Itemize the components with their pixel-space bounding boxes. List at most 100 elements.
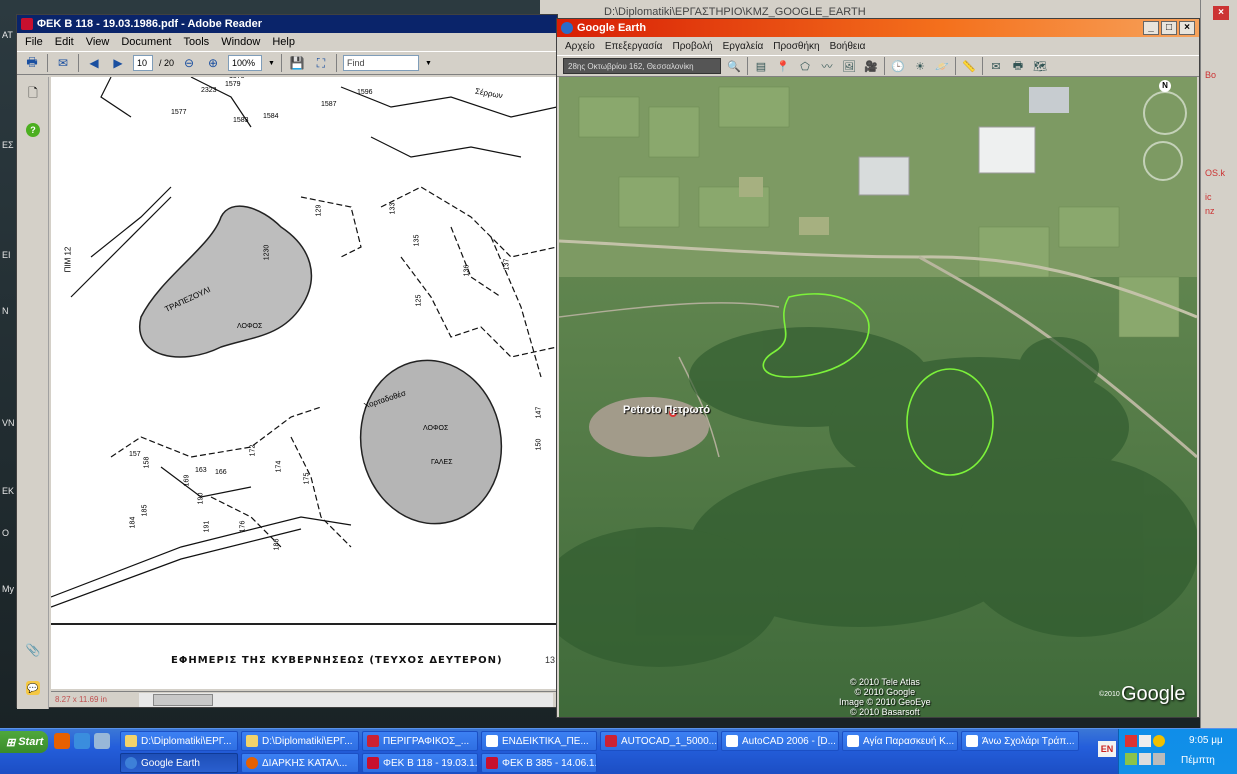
historical-imagery-icon[interactable]: 🕒 xyxy=(889,58,907,74)
comments-icon[interactable]: 💬 xyxy=(26,681,40,695)
compass-north-icon[interactable]: N xyxy=(1159,80,1171,92)
planets-icon[interactable]: 🪐 xyxy=(933,58,951,74)
search-icon[interactable]: 🔍 xyxy=(725,58,743,74)
tray-icon[interactable] xyxy=(1153,753,1165,765)
tray-icon[interactable] xyxy=(1125,753,1137,765)
menu-edit[interactable]: Edit xyxy=(55,36,74,48)
path-icon[interactable]: 〰 xyxy=(818,58,836,74)
find-input[interactable]: Find xyxy=(342,55,419,71)
close-button[interactable]: × xyxy=(1213,6,1229,20)
save-icon[interactable]: 💾 xyxy=(288,54,306,72)
taskbar-item[interactable]: ΔΙΑΡΚΗΣ ΚΑΤΑΛ... xyxy=(241,753,359,773)
taskbar-item-active[interactable]: Google Earth xyxy=(120,753,238,773)
firefox-icon[interactable] xyxy=(54,733,70,749)
place-label[interactable]: Petroto Πετρωτό xyxy=(623,404,710,416)
tray-icon[interactable] xyxy=(1139,753,1151,765)
menu-edit[interactable]: Επεξεργασία xyxy=(605,41,663,52)
desktop-label[interactable]: ΑΤ xyxy=(2,30,13,40)
menu-document[interactable]: Document xyxy=(121,36,171,48)
page-footer: ΕΦΗΜΕΡΙΣ ΤΗΣ ΚΥΒΕΡΝΗΣΕΩΣ (ΤΕΥΧΟΣ ΔΕΥΤΕΡΟ… xyxy=(51,623,557,683)
taskbar-item[interactable]: AutoCAD 2006 - [D... xyxy=(721,731,839,751)
map-label: ΓΑΛΕΣ xyxy=(431,459,453,466)
search-input[interactable]: 28ης Οκτωβρίου 162, Θεσσαλονίκη xyxy=(563,58,721,74)
parcel-number: 166 xyxy=(215,469,227,476)
scrollbar-thumb[interactable] xyxy=(153,693,213,706)
desktop-label[interactable]: Ο xyxy=(2,528,9,538)
image-overlay-icon[interactable]: 🖼 xyxy=(840,58,858,74)
tray-icon[interactable] xyxy=(1125,735,1137,747)
adobe-reader-window[interactable]: ΦΕΚ Β 118 - 19.03.1986.pdf - Adobe Reade… xyxy=(16,14,558,709)
fit-page-icon[interactable]: ⛶ xyxy=(312,54,330,72)
parcel-number: 174 xyxy=(275,460,283,473)
menu-help[interactable]: Help xyxy=(272,36,295,48)
print-icon[interactable]: 🖶 xyxy=(1009,58,1027,74)
clock-time[interactable]: 9:05 μμ xyxy=(1189,735,1223,746)
sidebar-toggle-icon[interactable]: ▤ xyxy=(752,58,770,74)
maps-icon[interactable]: 🗺 xyxy=(1031,58,1049,74)
minimize-button[interactable]: _ xyxy=(1143,21,1159,35)
sunlight-icon[interactable]: ☀ xyxy=(911,58,929,74)
desktop-label[interactable]: ΕΣ xyxy=(2,140,14,150)
polygon-icon[interactable]: ⬠ xyxy=(796,58,814,74)
zoom-select[interactable]: 100% xyxy=(228,55,263,71)
language-indicator[interactable]: EN xyxy=(1098,741,1116,757)
taskbar-item[interactable]: Άνω Σχολάρι Τράπ... xyxy=(961,731,1079,751)
previous-page-icon[interactable]: ◀ xyxy=(85,54,103,72)
navigation-look-control[interactable] xyxy=(1143,91,1187,135)
media-icon[interactable] xyxy=(94,733,110,749)
menu-tools[interactable]: Εργαλεία xyxy=(723,41,764,52)
background-window-title[interactable]: D:\Diplomatiki\ΕΡΓΑΣΤΗΡΙΟ\KMZ_GOOGLE_EAR… xyxy=(604,6,866,18)
zoom-out-icon[interactable]: ⊖ xyxy=(180,54,198,72)
taskbar-item[interactable]: ΦΕΚ Β 118 - 19.03.1... xyxy=(362,753,478,773)
chevron-down-icon[interactable]: ▼ xyxy=(425,60,432,67)
google-earth-window[interactable]: Google Earth _ □ × Αρχείο Επεξεργασία Πρ… xyxy=(556,18,1200,718)
page-number-input[interactable]: 10 xyxy=(133,55,153,71)
record-tour-icon[interactable]: 🎥 xyxy=(862,58,880,74)
menu-tools[interactable]: Tools xyxy=(184,36,210,48)
close-button[interactable]: × xyxy=(1179,21,1195,35)
desktop-label[interactable]: My xyxy=(2,584,14,594)
maximize-button[interactable]: □ xyxy=(1161,21,1177,35)
taskbar-item[interactable]: AUTOCAD_1_5000... xyxy=(600,731,718,751)
ruler-icon[interactable]: 📏 xyxy=(960,58,978,74)
satellite-map[interactable]: Petroto Πετρωτό N © 2010 Tele Atlas © 20… xyxy=(559,77,1197,717)
parcel-number: 186 xyxy=(273,538,281,551)
taskbar-item[interactable]: D:\Diplomatiki\ΕΡΓ... xyxy=(120,731,238,751)
desktop-label[interactable]: ΕΙ xyxy=(2,250,11,260)
start-button[interactable]: ⊞ Start xyxy=(0,731,48,753)
tray-icon[interactable] xyxy=(1139,735,1151,747)
menu-view[interactable]: Προβολή xyxy=(672,41,712,52)
placemark-icon[interactable]: 📍 xyxy=(774,58,792,74)
chevron-down-icon[interactable]: ▼ xyxy=(268,60,275,67)
email-icon[interactable]: ✉ xyxy=(987,58,1005,74)
taskbar-item[interactable]: ΠΕΡΙΓΡΑΦΙΚΟΣ_... xyxy=(362,731,478,751)
menu-file[interactable]: File xyxy=(25,36,43,48)
menu-file[interactable]: Αρχείο xyxy=(565,41,595,52)
menu-help[interactable]: Βοήθεια xyxy=(830,41,866,52)
clock-day[interactable]: Πέμπτη xyxy=(1181,755,1215,766)
taskbar-item[interactable]: Αγία Παρασκευή Κ... xyxy=(842,731,958,751)
tray-icon[interactable] xyxy=(1153,735,1165,747)
page-number-label: 13 xyxy=(544,655,555,665)
navigation-move-control[interactable] xyxy=(1143,141,1183,181)
menu-window[interactable]: Window xyxy=(221,36,260,48)
taskbar-item[interactable]: ΕΝΔΕΙΚΤΙΚΑ_ΠΕ... xyxy=(481,731,597,751)
menu-add[interactable]: Προσθήκη xyxy=(773,41,819,52)
help-icon[interactable]: ? xyxy=(26,123,40,137)
print-icon[interactable]: 🖶 xyxy=(23,54,41,72)
pages-icon[interactable]: 🗋 xyxy=(26,86,40,101)
taskbar-item[interactable]: ΦΕΚ Β 385 - 14.06.1... xyxy=(481,753,597,773)
attachment-icon[interactable]: 📎 xyxy=(26,643,41,657)
horizontal-scrollbar[interactable] xyxy=(139,692,553,707)
zoom-in-icon[interactable]: ⊕ xyxy=(204,54,222,72)
desktop-label[interactable]: VN xyxy=(2,418,15,428)
browser-icon[interactable] xyxy=(74,733,90,749)
reader-titlebar[interactable]: ΦΕΚ Β 118 - 19.03.1986.pdf - Adobe Reade… xyxy=(17,15,557,33)
taskbar-item[interactable]: D:\Diplomatiki\ΕΡΓ... xyxy=(241,731,359,751)
email-icon[interactable]: ✉ xyxy=(54,54,72,72)
earth-titlebar[interactable]: Google Earth _ □ × xyxy=(557,19,1199,37)
desktop-label[interactable]: ΕΚ xyxy=(2,486,14,496)
desktop-label[interactable]: Ν xyxy=(2,306,9,316)
menu-view[interactable]: View xyxy=(86,36,110,48)
next-page-icon[interactable]: ▶ xyxy=(109,54,127,72)
